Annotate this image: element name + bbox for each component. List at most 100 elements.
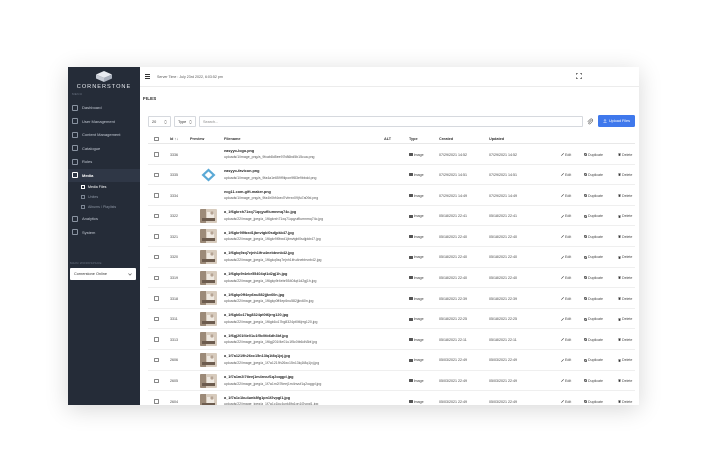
duplicate-button[interactable]: Duplicate xyxy=(584,194,603,198)
select-all-checkbox[interactable] xyxy=(154,136,159,142)
delete-button[interactable]: Delete xyxy=(618,379,632,383)
edit-button[interactable]: Edit xyxy=(561,358,571,362)
row-checkbox[interactable] xyxy=(154,296,159,301)
duplicate-button[interactable]: Duplicate xyxy=(584,214,603,218)
type-filter-select[interactable]: Type xyxy=(174,116,196,127)
sidebar-subitem-media-files[interactable]: Media Files xyxy=(68,182,140,192)
row-checkbox[interactable] xyxy=(154,399,159,404)
edit-button[interactable]: Edit xyxy=(561,194,571,198)
duplicate-button[interactable]: Duplicate xyxy=(584,379,603,383)
row-checkbox[interactable] xyxy=(154,357,159,363)
edit-button[interactable]: Edit xyxy=(561,153,571,157)
table-row[interactable]: 3319 a_1f6gkp9r4ebr55404qt1d2gj1h.jpg uplo… xyxy=(148,268,635,289)
duplicate-button[interactable]: Duplicate xyxy=(584,255,603,259)
table-row[interactable]: 2605 a_1f7a1m2i7tieej1m4nvuf1q2oqgpl.jpg u… xyxy=(148,371,635,392)
edit-button[interactable]: Edit xyxy=(561,297,571,301)
sidebar-item-user-management[interactable]: User Management xyxy=(68,115,140,129)
file-name[interactable]: easyyo-favicon.png xyxy=(224,169,259,173)
sidebar-subitem-unites[interactable]: Unites xyxy=(68,192,140,202)
sidebar-subitem-albums[interactable]: Albums / Playlists xyxy=(68,202,140,212)
hamburger-menu-icon[interactable] xyxy=(145,74,150,79)
column-header-id[interactable]: Id ↑↓ xyxy=(170,137,178,141)
row-checkbox[interactable] xyxy=(154,152,159,157)
duplicate-button[interactable]: Duplicate xyxy=(584,317,603,321)
sidebar-item-system[interactable]: System xyxy=(68,226,140,240)
duplicate-button[interactable]: Duplicate xyxy=(584,400,603,404)
duplicate-button[interactable]: Duplicate xyxy=(584,276,603,280)
table-row[interactable]: 3318 a_1f6gkp0ff4ep6nu582jjkv60n.jpg uploa… xyxy=(148,288,635,309)
file-name[interactable]: a_1f6gkp9r4ebr55404qt1d2gj1h.jpg xyxy=(224,272,287,276)
row-checkbox[interactable] xyxy=(154,193,159,198)
file-name[interactable]: ecg11.com-gift-maker.png xyxy=(224,190,271,194)
column-header-updated[interactable]: Updated xyxy=(489,137,504,141)
sidebar-item-catalogue[interactable]: Catalogue xyxy=(68,142,140,156)
delete-button[interactable]: Delete xyxy=(618,338,632,342)
table-row[interactable]: 3320 a_1f6gkq9zq7ejnh1ifru4nebbvnb42.jpg u… xyxy=(148,247,635,268)
delete-button[interactable]: Delete xyxy=(618,153,632,157)
delete-button[interactable]: Delete xyxy=(618,255,632,259)
edit-button[interactable]: Edit xyxy=(561,235,571,239)
delete-button[interactable]: Delete xyxy=(618,276,632,280)
row-checkbox[interactable] xyxy=(154,316,159,322)
search-input[interactable] xyxy=(199,116,583,127)
table-row[interactable]: 2604 a_1f7a1c1ku4unk8fg1pn1f2vpgl1.jpg upl… xyxy=(148,391,635,405)
duplicate-button[interactable]: Duplicate xyxy=(584,235,603,239)
table-row[interactable]: 3336 easyyo-logo.png uploads/1/image_png/a… xyxy=(148,144,635,165)
table-row[interactable]: 3322 a_1f6gkrxh71xq71qqyufllumnmq74c.jpg u… xyxy=(148,206,635,227)
duplicate-button[interactable]: Duplicate xyxy=(584,173,603,177)
row-checkbox[interactable] xyxy=(154,213,159,219)
sidebar-item-content-management[interactable]: Content Management xyxy=(68,128,140,142)
row-checkbox[interactable] xyxy=(154,254,159,260)
sidebar-item-dashboard[interactable]: Dashboard xyxy=(68,101,140,115)
delete-button[interactable]: Delete xyxy=(618,194,632,198)
file-name[interactable]: a_1f6gj201f4e01u1f5c0tb6dh3bf.jpg xyxy=(224,334,288,338)
row-checkbox[interactable] xyxy=(154,234,159,239)
duplicate-button[interactable]: Duplicate xyxy=(584,297,603,301)
file-name[interactable]: a_1f7a1c1ku4unk8fg1pn1f2vpgl1.jpg xyxy=(224,396,290,400)
edit-button[interactable]: Edit xyxy=(561,317,571,321)
logo[interactable]: CORNERSTONE xyxy=(68,70,140,90)
column-header-created[interactable]: Created xyxy=(439,137,453,141)
edit-button[interactable]: Edit xyxy=(561,379,571,383)
row-checkbox[interactable] xyxy=(154,378,159,384)
delete-button[interactable]: Delete xyxy=(618,400,632,404)
edit-button[interactable]: Edit xyxy=(561,338,571,342)
column-header-filename[interactable]: Filename xyxy=(224,137,240,141)
file-name[interactable]: easyyo-logo.png xyxy=(224,149,254,153)
fullscreen-icon[interactable] xyxy=(576,73,582,79)
file-name[interactable]: a_1f6gk6o17bg8324pt0t6jrrg120.jpg xyxy=(224,313,288,317)
per-page-select[interactable]: 20 xyxy=(148,116,171,127)
duplicate-button[interactable]: Duplicate xyxy=(584,358,603,362)
table-row[interactable]: 3313 a_1f6gj201f4e01u1f5c0tb6dh3bf.jpg upl… xyxy=(148,329,635,350)
table-row[interactable]: 3334 ecg11.com-gift-maker.png uploads/1/im… xyxy=(148,185,635,206)
table-row[interactable]: 3321 a_1f6gkr9l9bxd1jbnvtgbl0sdjpkb47.jpg… xyxy=(148,226,635,247)
row-checkbox[interactable] xyxy=(154,172,159,178)
sidebar-item-roles[interactable]: Roles xyxy=(68,155,140,169)
edit-button[interactable]: Edit xyxy=(561,173,571,177)
workspace-select[interactable]: Cornerstone Online xyxy=(70,268,136,280)
edit-button[interactable]: Edit xyxy=(561,400,571,404)
table-row[interactable]: 2606 a_1f7a1219h26xc15n13lq1t8q1jxj.jpg up… xyxy=(148,350,635,371)
delete-button[interactable]: Delete xyxy=(618,358,632,362)
edit-button[interactable]: Edit xyxy=(561,255,571,259)
sidebar-item-analytics[interactable]: Analytics xyxy=(68,212,140,226)
file-name[interactable]: a_1f6gkr9l9bxd1jbnvtgbl0sdjpkb47.jpg xyxy=(224,231,294,235)
file-name[interactable]: a_1f6gkq9zq7ejnh1ifru4nebbvnb42.jpg xyxy=(224,251,294,255)
delete-button[interactable]: Delete xyxy=(618,214,632,218)
row-checkbox[interactable] xyxy=(154,337,159,342)
duplicate-button[interactable]: Duplicate xyxy=(584,338,603,342)
delete-button[interactable]: Delete xyxy=(618,297,632,301)
edit-button[interactable]: Edit xyxy=(561,276,571,280)
row-checkbox[interactable] xyxy=(154,275,159,281)
file-name[interactable]: a_1f6gkp0ff4ep6nu582jjkv60n.jpg xyxy=(224,293,284,297)
sidebar-item-media[interactable]: Media xyxy=(68,168,140,182)
edit-button[interactable]: Edit xyxy=(561,214,571,218)
upload-files-button[interactable]: Upload Files xyxy=(598,115,635,127)
table-row[interactable]: 3335 easyyo-favicon.png uploads/1/image_pn… xyxy=(148,165,635,186)
delete-button[interactable]: Delete xyxy=(618,235,632,239)
table-row[interactable]: 3311 a_1f6gk6o17bg8324pt0t6jrrg120.jpg upl… xyxy=(148,309,635,330)
file-name[interactable]: a_1f6gkrxh71xq71qqyufllumnmq74c.jpg xyxy=(224,210,296,214)
delete-button[interactable]: Delete xyxy=(618,317,632,321)
paperclip-icon[interactable] xyxy=(586,118,594,126)
duplicate-button[interactable]: Duplicate xyxy=(584,153,603,157)
